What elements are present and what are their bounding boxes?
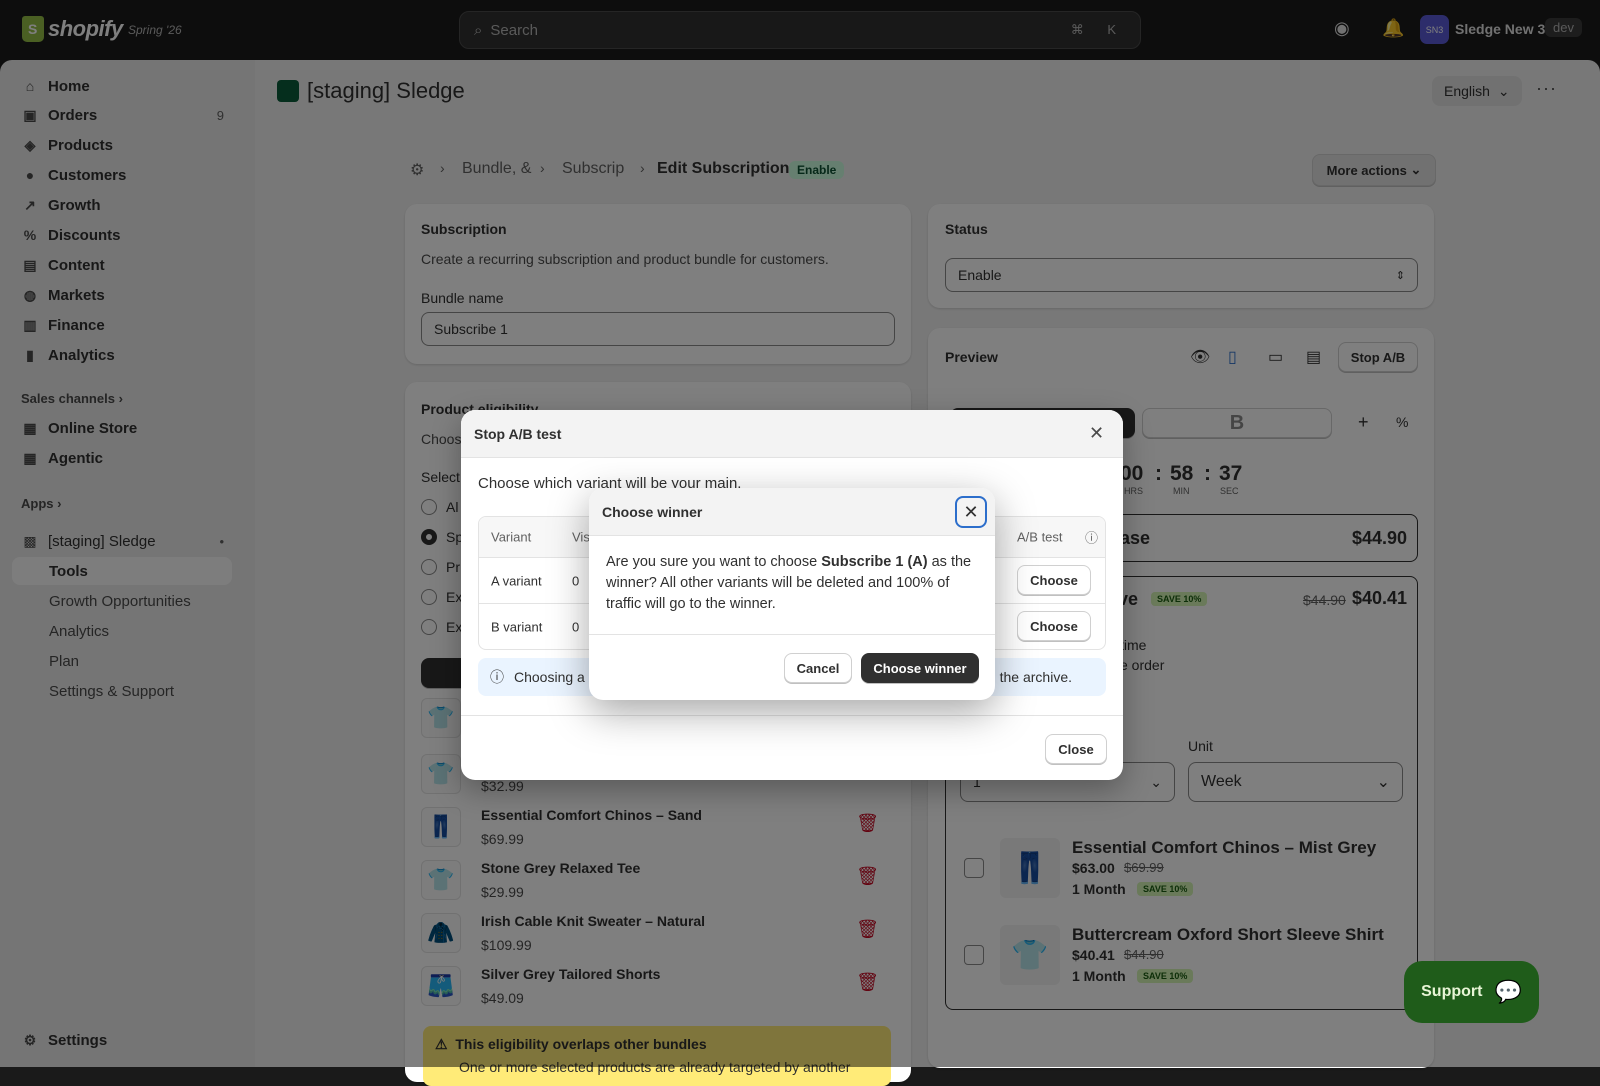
winner-variant-name: Subscribe 1 (A) — [821, 554, 928, 570]
variant-name: A variant — [491, 573, 542, 588]
variant-name: B variant — [491, 619, 543, 634]
info-icon: ⓘ — [490, 669, 504, 685]
close-button[interactable]: Close — [1045, 734, 1107, 764]
cancel-button[interactable]: Cancel — [784, 653, 852, 683]
column-header: Vis — [572, 529, 590, 545]
choose-winner-footer: Cancel Choose winner — [589, 634, 995, 700]
choose-winner-modal: Choose winner Are you sure you want to c… — [589, 488, 995, 700]
variant-visits: 0 — [572, 619, 580, 634]
choose-variant-a-button[interactable]: Choose — [1017, 565, 1091, 595]
support-button[interactable]: Support 💬 — [1404, 961, 1539, 1023]
choose-winner-button[interactable]: Choose winner — [861, 653, 979, 683]
choose-winner-message: Are you sure you want to choose Subscrib… — [606, 554, 972, 612]
stop-ab-modal-footer: Close — [461, 715, 1123, 780]
variant-visits: 0 — [572, 573, 580, 588]
choose-variant-b-button[interactable]: Choose — [1017, 611, 1091, 641]
column-header: Variant — [491, 529, 532, 545]
stop-ab-modal-header: Stop A/B test — [461, 410, 1123, 458]
chat-bubble-icon: 💬 — [1494, 979, 1522, 1004]
close-icon[interactable]: ✕ — [955, 496, 987, 528]
info-icon[interactable]: ⓘ — [1085, 528, 1098, 547]
close-icon[interactable]: ✕ — [1089, 423, 1104, 444]
column-header: A/B test — [1017, 529, 1063, 545]
stop-ab-modal-title: Stop A/B test — [474, 425, 562, 442]
choose-winner-header: Choose winner — [589, 488, 995, 536]
choose-winner-title: Choose winner — [602, 503, 703, 520]
